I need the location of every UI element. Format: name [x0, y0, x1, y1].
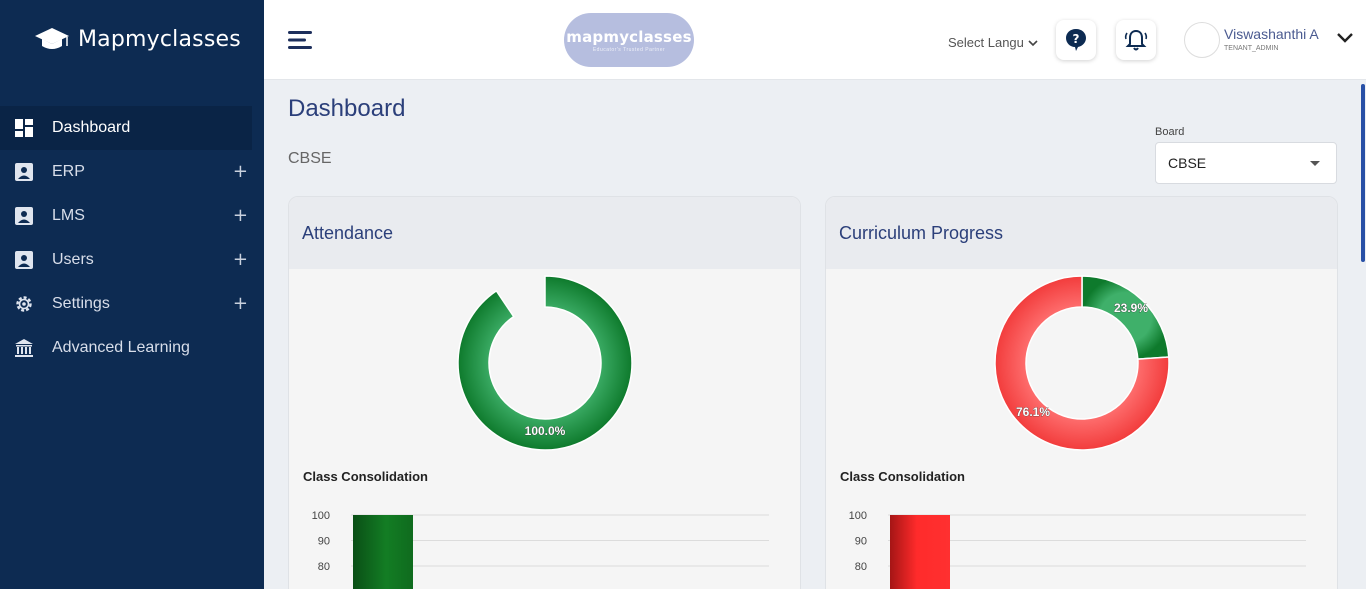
scrollbar-thumb[interactable]	[1361, 84, 1365, 262]
sidebar-item-lms[interactable]: LMS +	[0, 194, 264, 238]
user-name[interactable]: Viswashanthi A	[1224, 26, 1319, 42]
y-tick-label: 90	[318, 536, 330, 548]
sidebar-item-dashboard[interactable]: Dashboard	[0, 106, 252, 150]
person-badge-icon	[14, 162, 34, 182]
y-tick-label: 90	[855, 536, 867, 548]
notifications-button[interactable]	[1116, 20, 1156, 60]
brand[interactable]: Mapmyclasses	[34, 26, 241, 52]
class-consolidation-title: Class Consolidation	[303, 469, 428, 484]
gear-icon	[14, 294, 34, 314]
logo-text: mapmyclasses	[566, 27, 692, 46]
logo-tagline: Educator's Trusted Partner	[592, 46, 666, 53]
chevron-down-icon	[1028, 39, 1038, 46]
y-tick-label: 100	[849, 510, 867, 522]
page-scrollbar[interactable]	[1360, 82, 1366, 589]
help-button[interactable]: ?	[1056, 20, 1096, 60]
graduation-cap-icon	[35, 28, 69, 49]
brand-name: Mapmyclasses	[78, 26, 241, 52]
expand-icon[interactable]: +	[233, 249, 248, 270]
sidebar-item-label: Advanced Learning	[52, 339, 190, 356]
page-subtitle: CBSE	[288, 150, 332, 167]
chevron-down-icon[interactable]	[1336, 32, 1354, 44]
help-icon: ?	[1066, 29, 1086, 51]
sidebar-item-settings[interactable]: Settings +	[0, 282, 264, 326]
curriculum-progress-card: Curriculum Progress 23.9% 76.1% 100 90 80 Cl…	[825, 196, 1338, 589]
card-title: Curriculum Progress	[826, 197, 1337, 269]
caret-down-icon	[1310, 161, 1320, 166]
bar[interactable]	[890, 515, 950, 589]
sidebar-item-label: LMS	[52, 207, 85, 224]
board-select[interactable]: CBSE	[1155, 142, 1337, 184]
sidebar-item-advanced-learning[interactable]: Advanced Learning	[0, 326, 264, 370]
bar[interactable]	[353, 515, 413, 589]
sidebar-item-label: Users	[52, 251, 94, 268]
sidebar-item-label: Settings	[52, 295, 110, 312]
class-consolidation-title: Class Consolidation	[840, 469, 965, 484]
pie-slice-label: 23.9%	[1114, 301, 1148, 315]
attendance-chart: 100.0% 100 90 80	[312, 275, 769, 589]
person-badge-icon	[14, 206, 34, 226]
sidebar-item-erp[interactable]: ERP +	[0, 150, 264, 194]
board-label: Board	[1155, 126, 1185, 138]
pie-slice-label: 100.0%	[525, 424, 566, 438]
language-select-value: Select Langu	[948, 35, 1024, 50]
bank-icon	[14, 338, 34, 358]
y-tick-label: 100	[312, 510, 330, 522]
expand-icon[interactable]: +	[233, 205, 248, 226]
sidebar-nav: Dashboard ERP + LMS + Users + Settings +…	[0, 106, 264, 370]
dashboard-icon	[14, 118, 34, 138]
bell-icon	[1124, 29, 1148, 51]
company-logo: mapmyclasses Educator's Trusted Partner	[564, 13, 694, 67]
avatar[interactable]	[1184, 22, 1220, 58]
curriculum-chart: 23.9% 76.1% 100 90 80	[849, 275, 1306, 589]
y-tick-label: 80	[855, 561, 867, 573]
sidebar: Mapmyclasses Dashboard ERP + LMS + Users…	[0, 0, 264, 589]
board-select-value: CBSE	[1168, 155, 1207, 171]
page-title: Dashboard	[288, 95, 406, 122]
top-header: mapmyclasses Educator's Trusted Partner …	[264, 0, 1366, 80]
card-title: Attendance	[289, 197, 800, 269]
sidebar-item-label: Dashboard	[52, 119, 131, 136]
svg-text:?: ?	[1073, 32, 1080, 46]
person-badge-icon	[14, 250, 34, 270]
expand-icon[interactable]: +	[233, 161, 248, 182]
sidebar-item-label: ERP	[52, 163, 85, 180]
y-tick-label: 80	[318, 561, 330, 573]
pie-slice[interactable]	[1081, 275, 1170, 360]
sidebar-item-users[interactable]: Users +	[0, 238, 264, 282]
user-role: TENANT_ADMIN	[1224, 45, 1279, 52]
expand-icon[interactable]: +	[233, 293, 248, 314]
pie-slice-label: 76.1%	[1016, 405, 1050, 419]
attendance-card: Attendance 100.0% 100 90 80 Class Consolida…	[288, 196, 801, 589]
menu-toggle-icon[interactable]	[288, 28, 314, 52]
language-select[interactable]: Select Langu	[948, 35, 1038, 50]
